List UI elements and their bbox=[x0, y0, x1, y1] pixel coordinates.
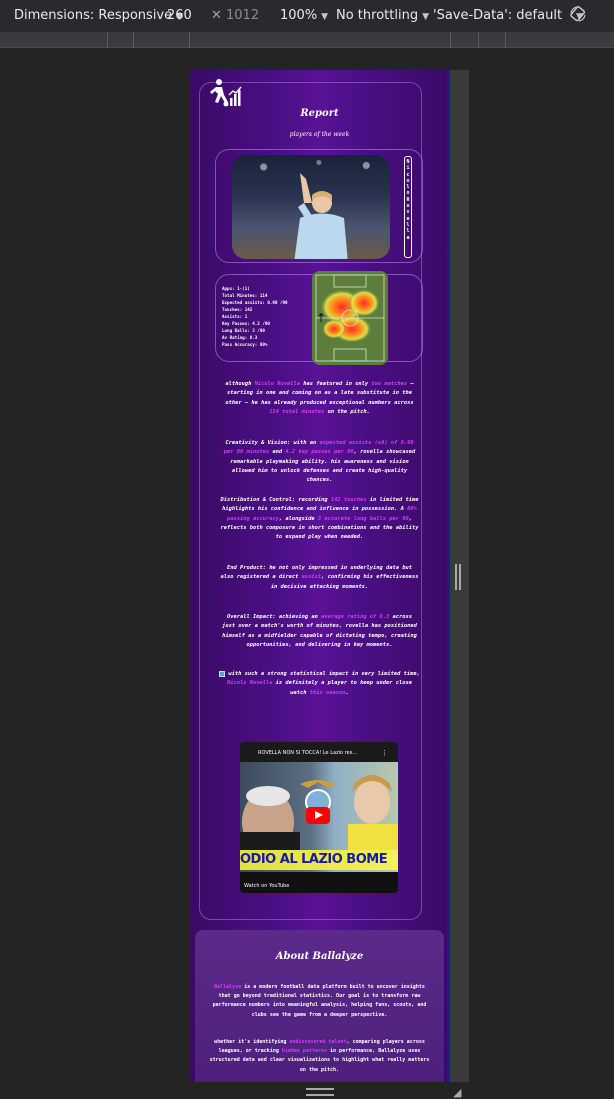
width-input[interactable]: 260 bbox=[167, 8, 192, 23]
paragraph-conclusion: with such a strong statistical impact in… bbox=[189, 670, 450, 698]
about-section: About Ballalyze Ballalyze is a modern fo… bbox=[195, 930, 444, 1082]
about-paragraph-1: Ballalyze is a modern football data plat… bbox=[212, 984, 427, 1018]
throttling-dropdown[interactable]: No throttling ▼ bbox=[336, 8, 429, 23]
report-title: Report bbox=[300, 108, 339, 119]
stats-list: Apps: 1-(1) Total Minutes: 114 Expected … bbox=[222, 285, 288, 348]
close-icon[interactable]: ✕ bbox=[211, 8, 222, 23]
about-title: About Ballalyze bbox=[275, 951, 364, 962]
paragraph-overall-impact: Overall Impact: achieving an average rat… bbox=[222, 614, 417, 648]
stats-card: Apps: 1-(1) Total Minutes: 114 Expected … bbox=[215, 271, 423, 365]
stat-line: Pass Accuracy: 80% bbox=[222, 342, 268, 347]
height-input[interactable]: 1012 bbox=[226, 8, 259, 23]
player-figure bbox=[294, 173, 348, 259]
stat-line: Assists: 1 bbox=[222, 314, 248, 319]
resize-width-handle[interactable] bbox=[455, 564, 461, 590]
device-stage: Report players of the week Nicolo Rovell… bbox=[0, 48, 614, 1099]
stat-line: Touches: 142 bbox=[222, 307, 253, 312]
stat-line: Expected assists: 0.90 /90 bbox=[222, 300, 288, 305]
player-chart-logo-icon bbox=[210, 79, 242, 107]
paragraph-end-product: End Product: he not only impressed in un… bbox=[220, 565, 419, 590]
dimensions-dropdown[interactable]: Dimensions: Responsive ▼ bbox=[14, 8, 183, 23]
paragraph-distribution: Distribution & Control: recording 142 to… bbox=[220, 497, 419, 541]
paragraph-intro: although Nicolo Rovella has featured in … bbox=[225, 381, 414, 415]
player-card: Nicolo Rovella bbox=[215, 149, 423, 263]
devtools-device-toolbar: Dimensions: Responsive ▼ 260 ✕ 1012 100% ▼… bbox=[0, 0, 614, 32]
video-banner-text: ODIO AL LAZIO BOME bbox=[240, 850, 398, 870]
more-options-icon[interactable]: ⋮ bbox=[381, 749, 388, 757]
resize-height-handle[interactable] bbox=[306, 1088, 334, 1096]
media-query-ruler[interactable] bbox=[0, 32, 614, 48]
about-paragraph-2: whether it's identifying undiscovered ta… bbox=[209, 1039, 430, 1073]
zoom-dropdown[interactable]: 100% ▼ bbox=[280, 8, 328, 23]
watch-on-youtube-link[interactable]: Watch on YouTube bbox=[244, 883, 289, 889]
paragraph-creativity: Creativity & Vision: with an expected as… bbox=[223, 440, 416, 484]
player-photo bbox=[232, 155, 390, 259]
youtube-embed[interactable]: ROVELLA NON SI TOCCA! Le Lazio res... ⋮ … bbox=[240, 742, 398, 893]
rotate-icon[interactable] bbox=[569, 5, 587, 27]
report-subtitle: players of the week bbox=[289, 131, 350, 138]
stat-line: Total Minutes: 114 bbox=[222, 293, 268, 298]
stat-line: Long Balls: 3 /90 bbox=[222, 328, 265, 333]
play-button[interactable] bbox=[306, 807, 330, 824]
direction-arrow-icon: ↑ bbox=[316, 311, 327, 325]
page-viewport: Report players of the week Nicolo Rovell… bbox=[189, 70, 450, 1082]
stat-line: Apps: 1-(1) bbox=[222, 286, 250, 291]
stat-line: Av Rating: 8.3 bbox=[222, 335, 258, 340]
chevron-down-icon: ▼ bbox=[321, 12, 329, 22]
resize-corner-handle[interactable]: ◢ bbox=[453, 1086, 461, 1099]
video-title[interactable]: ROVELLA NON SI TOCCA! Le Lazio res... bbox=[240, 742, 398, 764]
stat-line: Key Passes: 4.2 /90 bbox=[222, 321, 270, 326]
chevron-down-icon: ▼ bbox=[422, 12, 429, 22]
player-name-vertical: Nicolo Rovella bbox=[404, 156, 412, 258]
save-data-dropdown[interactable]: 'Save-Data': default ▼ bbox=[433, 8, 583, 23]
